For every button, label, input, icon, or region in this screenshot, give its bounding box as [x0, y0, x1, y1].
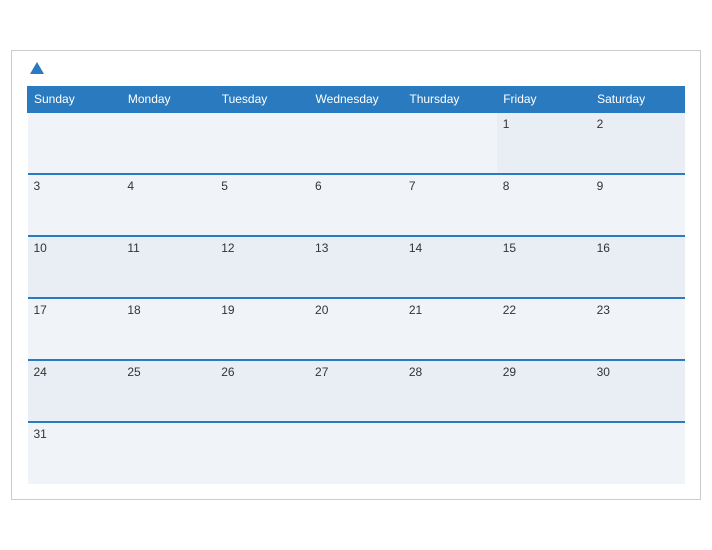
calendar-cell	[28, 112, 122, 174]
calendar-cell: 16	[591, 236, 685, 298]
day-number: 3	[34, 179, 41, 193]
calendar-cell	[403, 112, 497, 174]
week-row-2: 3 4 5 6 7 8 9	[28, 174, 685, 236]
calendar-cell: 12	[215, 236, 309, 298]
weekday-header-friday: Friday	[497, 87, 591, 113]
weekday-header-thursday: Thursday	[403, 87, 497, 113]
day-number: 29	[503, 365, 516, 379]
day-number: 15	[503, 241, 516, 255]
calendar-cell: 9	[591, 174, 685, 236]
calendar-cell	[121, 422, 215, 484]
day-number: 13	[315, 241, 328, 255]
day-number: 24	[34, 365, 47, 379]
calendar-cell: 28	[403, 360, 497, 422]
day-number: 19	[221, 303, 234, 317]
weekday-header-row: SundayMondayTuesdayWednesdayThursdayFrid…	[28, 87, 685, 113]
calendar-cell: 30	[591, 360, 685, 422]
day-number: 9	[597, 179, 604, 193]
day-number: 27	[315, 365, 328, 379]
calendar-cell: 22	[497, 298, 591, 360]
day-number: 4	[127, 179, 134, 193]
calendar: SundayMondayTuesdayWednesdayThursdayFrid…	[11, 50, 701, 501]
day-number: 26	[221, 365, 234, 379]
calendar-cell: 19	[215, 298, 309, 360]
calendar-cell: 20	[309, 298, 403, 360]
calendar-cell	[215, 112, 309, 174]
calendar-cell: 15	[497, 236, 591, 298]
calendar-cell: 25	[121, 360, 215, 422]
weekday-header-tuesday: Tuesday	[215, 87, 309, 113]
day-number: 5	[221, 179, 228, 193]
day-number: 21	[409, 303, 422, 317]
logo-triangle-icon	[30, 62, 44, 74]
calendar-cell: 24	[28, 360, 122, 422]
calendar-cell: 3	[28, 174, 122, 236]
calendar-cell: 31	[28, 422, 122, 484]
calendar-cell: 10	[28, 236, 122, 298]
calendar-cell	[403, 422, 497, 484]
logo	[27, 61, 44, 79]
week-row-5: 24 25 26 27 28 29 30	[28, 360, 685, 422]
day-number: 14	[409, 241, 422, 255]
calendar-cell: 27	[309, 360, 403, 422]
calendar-cell: 23	[591, 298, 685, 360]
week-row-1: 12	[28, 112, 685, 174]
calendar-cell: 2	[591, 112, 685, 174]
calendar-cell: 18	[121, 298, 215, 360]
week-row-3: 10 11 12 13 14 15 16	[28, 236, 685, 298]
week-row-6: 31	[28, 422, 685, 484]
weekday-header-wednesday: Wednesday	[309, 87, 403, 113]
calendar-cell	[497, 422, 591, 484]
calendar-cell: 26	[215, 360, 309, 422]
calendar-cell: 4	[121, 174, 215, 236]
day-number: 18	[127, 303, 140, 317]
day-number: 1	[503, 117, 510, 131]
weekday-header-sunday: Sunday	[28, 87, 122, 113]
calendar-cell	[309, 112, 403, 174]
day-number: 7	[409, 179, 416, 193]
calendar-cell: 17	[28, 298, 122, 360]
calendar-cell: 21	[403, 298, 497, 360]
day-number: 22	[503, 303, 516, 317]
day-number: 17	[34, 303, 47, 317]
calendar-cell: 13	[309, 236, 403, 298]
calendar-cell: 5	[215, 174, 309, 236]
calendar-cell: 29	[497, 360, 591, 422]
calendar-cell: 11	[121, 236, 215, 298]
calendar-cell	[309, 422, 403, 484]
day-number: 30	[597, 365, 610, 379]
calendar-cell	[591, 422, 685, 484]
weekday-header-saturday: Saturday	[591, 87, 685, 113]
weekday-header-monday: Monday	[121, 87, 215, 113]
day-number: 25	[127, 365, 140, 379]
calendar-cell: 7	[403, 174, 497, 236]
day-number: 23	[597, 303, 610, 317]
day-number: 6	[315, 179, 322, 193]
day-number: 11	[127, 241, 139, 255]
day-number: 28	[409, 365, 422, 379]
day-number: 16	[597, 241, 610, 255]
day-number: 20	[315, 303, 328, 317]
logo-general-text	[27, 61, 44, 79]
day-number: 12	[221, 241, 234, 255]
calendar-header	[27, 61, 685, 79]
calendar-cell	[121, 112, 215, 174]
day-number: 10	[34, 241, 47, 255]
calendar-cell: 8	[497, 174, 591, 236]
calendar-cell	[215, 422, 309, 484]
week-row-4: 17 18 19 20 21 22 23	[28, 298, 685, 360]
calendar-cell: 14	[403, 236, 497, 298]
calendar-cell: 6	[309, 174, 403, 236]
day-number: 8	[503, 179, 510, 193]
day-number: 2	[597, 117, 604, 131]
day-number: 31	[34, 427, 47, 441]
calendar-table: SundayMondayTuesdayWednesdayThursdayFrid…	[27, 86, 685, 484]
calendar-cell: 1	[497, 112, 591, 174]
